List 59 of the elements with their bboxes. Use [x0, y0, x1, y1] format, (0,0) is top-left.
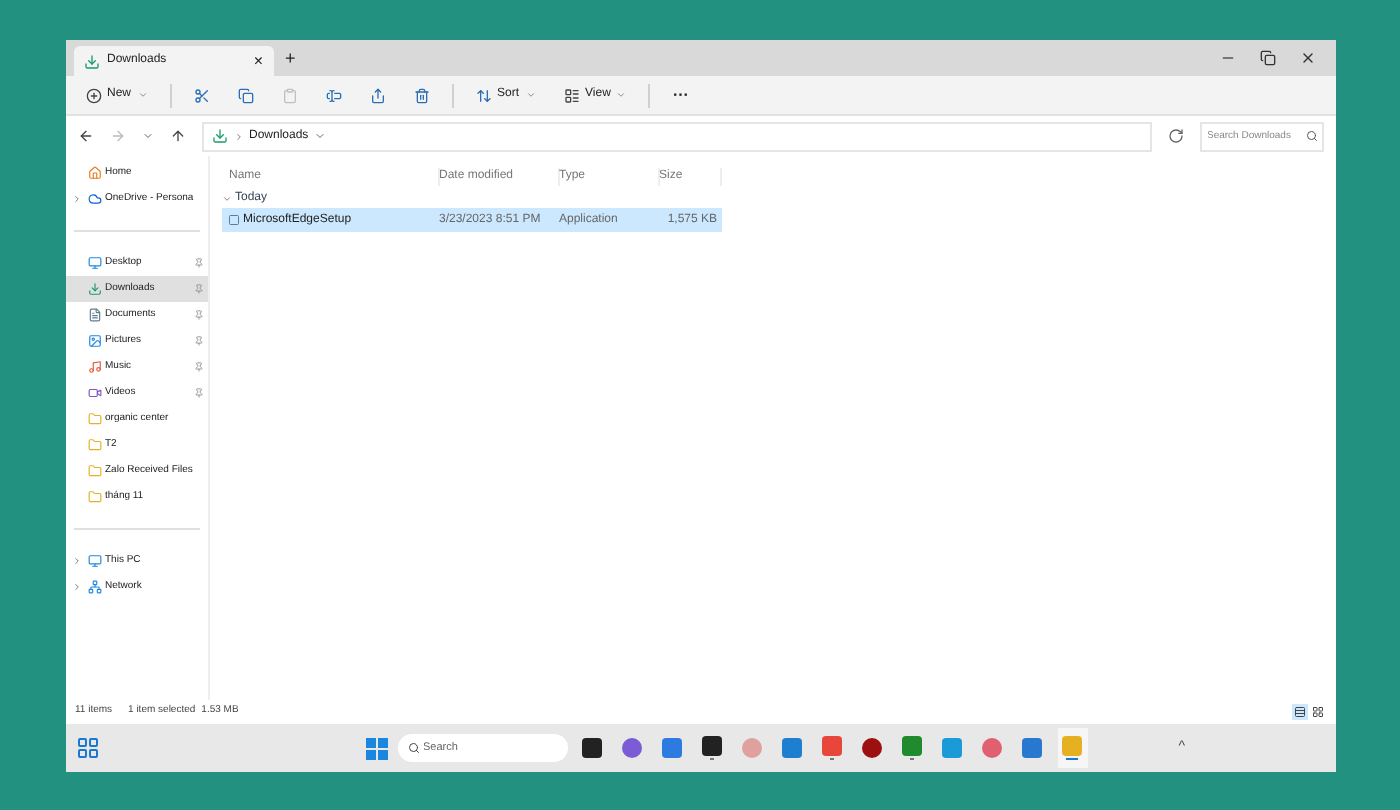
- folder-icon: [87, 490, 101, 504]
- rename-icon: [325, 87, 342, 103]
- trash-icon: [413, 87, 430, 103]
- back-icon: [77, 128, 93, 144]
- chevron-icon: [233, 131, 243, 141]
- restore-icon: [1259, 50, 1275, 66]
- caret-icon: [137, 90, 148, 100]
- chevron-icon: [141, 130, 153, 142]
- download-icon: [87, 282, 101, 296]
- collapse-icon: [221, 193, 231, 203]
- share-icon: [369, 87, 386, 103]
- folder-icon: [87, 412, 101, 426]
- cloud-icon: [87, 192, 101, 206]
- widgets-icon: [75, 736, 99, 760]
- view-toggle[interactable]: [1309, 704, 1325, 720]
- search-icon: [407, 742, 419, 754]
- document-icon: [87, 308, 101, 322]
- desktop-icon: [87, 256, 101, 270]
- toolbar-button[interactable]: ···: [660, 79, 701, 111]
- pin-icon: [193, 388, 203, 398]
- pin-icon: [193, 310, 203, 320]
- new-tab-button[interactable]: +: [273, 45, 308, 72]
- pin-icon: [193, 336, 203, 346]
- download-icon: [211, 128, 227, 144]
- download-icon: [83, 53, 99, 69]
- file-icon: [227, 214, 239, 226]
- clipboard-icon: [281, 87, 298, 103]
- pin-icon: [193, 362, 203, 372]
- search-icon: [1305, 130, 1317, 142]
- music-icon: [87, 360, 101, 374]
- tiles-view-icon: [1311, 706, 1323, 718]
- folder-icon: [87, 438, 101, 452]
- pin-icon: [193, 284, 203, 294]
- refresh-icon: [1167, 128, 1183, 144]
- details-view-icon: [1293, 706, 1305, 718]
- network-icon: [87, 580, 101, 594]
- expand-icon: [71, 582, 81, 592]
- dropdown-icon: [314, 130, 327, 142]
- folder-icon: [87, 464, 101, 478]
- start-icon[interactable]: [365, 737, 387, 759]
- forward-icon: [109, 128, 125, 144]
- copy-icon: [237, 87, 254, 103]
- caret-icon: [525, 90, 536, 100]
- expand-icon: [71, 556, 81, 566]
- sort-icon: [475, 87, 492, 103]
- view-toggle[interactable]: [1291, 704, 1307, 720]
- up-icon: [169, 128, 185, 144]
- expand-icon: [71, 194, 81, 204]
- home-icon: [87, 166, 101, 180]
- pin-icon: [193, 258, 203, 268]
- picture-icon: [87, 334, 101, 348]
- video-icon: [87, 386, 101, 400]
- view-icon: [563, 87, 580, 103]
- close-icon: [1299, 50, 1315, 66]
- computer-icon: [87, 554, 101, 568]
- tab-close[interactable]: ×: [253, 49, 263, 73]
- new-icon: [85, 87, 101, 103]
- caret-icon: [616, 90, 627, 100]
- scissors-icon: [193, 87, 210, 103]
